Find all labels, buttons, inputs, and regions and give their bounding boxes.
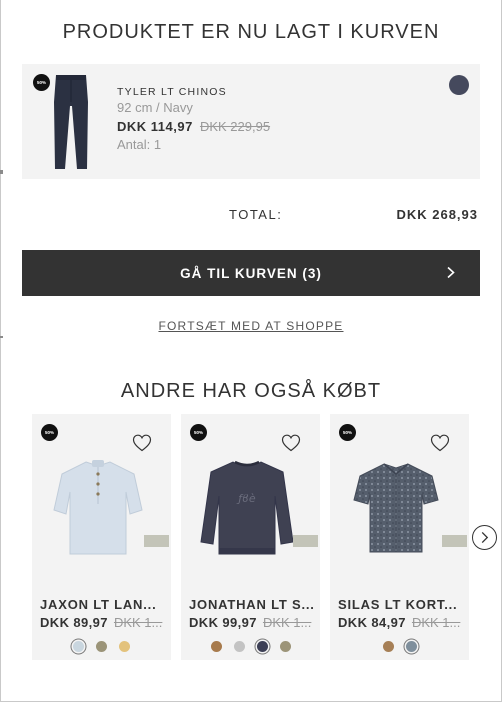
go-to-cart-button[interactable]: GÅ TIL KURVEN (3)	[22, 250, 480, 296]
discount-badge: 50%	[41, 424, 58, 441]
go-to-cart-label: GÅ TIL KURVEN (3)	[180, 265, 322, 281]
chinos-image	[54, 75, 88, 169]
left-edge-mark	[0, 170, 3, 174]
product-current-price: DKK 89,97	[40, 615, 108, 630]
hang-tag	[144, 535, 169, 547]
cart-item-price: DKK 114,97 DKK 229,95	[117, 119, 270, 134]
product-current-price: DKK 84,97	[338, 615, 406, 630]
color-option[interactable]	[279, 641, 291, 652]
chevron-right-icon	[481, 531, 489, 544]
product-current-price: DKK 99,97	[189, 615, 257, 630]
heart-icon[interactable]	[430, 434, 450, 452]
product-card[interactable]: 50% SILAS LT KORT... DKK 84,97 DKK 1...	[330, 414, 469, 660]
product-name[interactable]: JONATHAN LT S...	[189, 597, 315, 612]
modal-title: PRODUKTET ER NU LAGT I KURVEN	[62, 21, 440, 43]
cart-item-name: TYLER LT CHINOS	[117, 86, 227, 98]
color-option[interactable]	[73, 641, 84, 652]
color-option[interactable]	[210, 641, 222, 652]
product-price: DKK 99,97 DKK 1...	[189, 615, 311, 630]
continue-shopping-link[interactable]: FORTSÆT MED AT SHOPPE	[0, 319, 502, 333]
color-option[interactable]	[233, 641, 245, 652]
product-old-price: DKK 1...	[411, 615, 461, 630]
product-old-price: DKK 1...	[113, 615, 163, 630]
cart-item-quantity: Antal: 1	[117, 137, 162, 152]
color-options	[181, 641, 320, 652]
color-options	[32, 641, 171, 652]
total-label: TOTAL:	[229, 207, 283, 222]
cart-item-current-price: DKK 114,97	[117, 119, 193, 134]
product-price: DKK 84,97 DKK 1...	[338, 615, 460, 630]
product-card[interactable]: 50% ƒϐѐ JONATHAN LT S... DKK 99,97 DKK 1…	[181, 414, 320, 660]
product-old-price: DKK 1...	[262, 615, 312, 630]
discount-badge: 50%	[33, 74, 50, 91]
left-edge-mark	[0, 336, 3, 338]
color-option[interactable]	[119, 641, 130, 652]
cart-item-old-price: DKK 229,95	[199, 119, 271, 134]
cart-item: 50% TYLER LT CHINOS 92 cm / Navy DKK 114…	[22, 64, 480, 179]
sweatshirt-image: ƒϐѐ	[200, 460, 294, 555]
total-value: DKK 268,93	[396, 207, 478, 222]
discount-badge: 50%	[190, 424, 207, 441]
color-option[interactable]	[405, 641, 417, 652]
hang-tag	[442, 535, 467, 547]
hang-tag	[293, 535, 318, 547]
heart-icon[interactable]	[281, 434, 301, 452]
heart-icon[interactable]	[132, 434, 152, 452]
patterned-shirt-image	[353, 463, 439, 553]
carousel-next-button[interactable]	[472, 525, 497, 550]
color-options	[330, 641, 469, 652]
recommendations-title: ANDRE HAR OGSÅ KØBT	[120, 380, 382, 402]
chevron-right-icon	[447, 266, 455, 279]
color-swatch	[449, 75, 469, 95]
cart-item-variant: 92 cm / Navy	[117, 100, 193, 115]
shirt-image	[53, 460, 143, 555]
color-option[interactable]	[256, 641, 268, 652]
discount-badge: 50%	[339, 424, 356, 441]
color-option[interactable]	[382, 641, 394, 652]
svg-text:ƒϐѐ: ƒϐѐ	[236, 492, 256, 505]
product-card[interactable]: 50% JAXON LT LAN... DKK 89,97 DKK 1...	[32, 414, 171, 660]
product-name[interactable]: SILAS LT KORT...	[338, 597, 457, 612]
color-option[interactable]	[96, 641, 107, 652]
product-price: DKK 89,97 DKK 1...	[40, 615, 162, 630]
product-name[interactable]: JAXON LT LAN...	[40, 597, 156, 612]
